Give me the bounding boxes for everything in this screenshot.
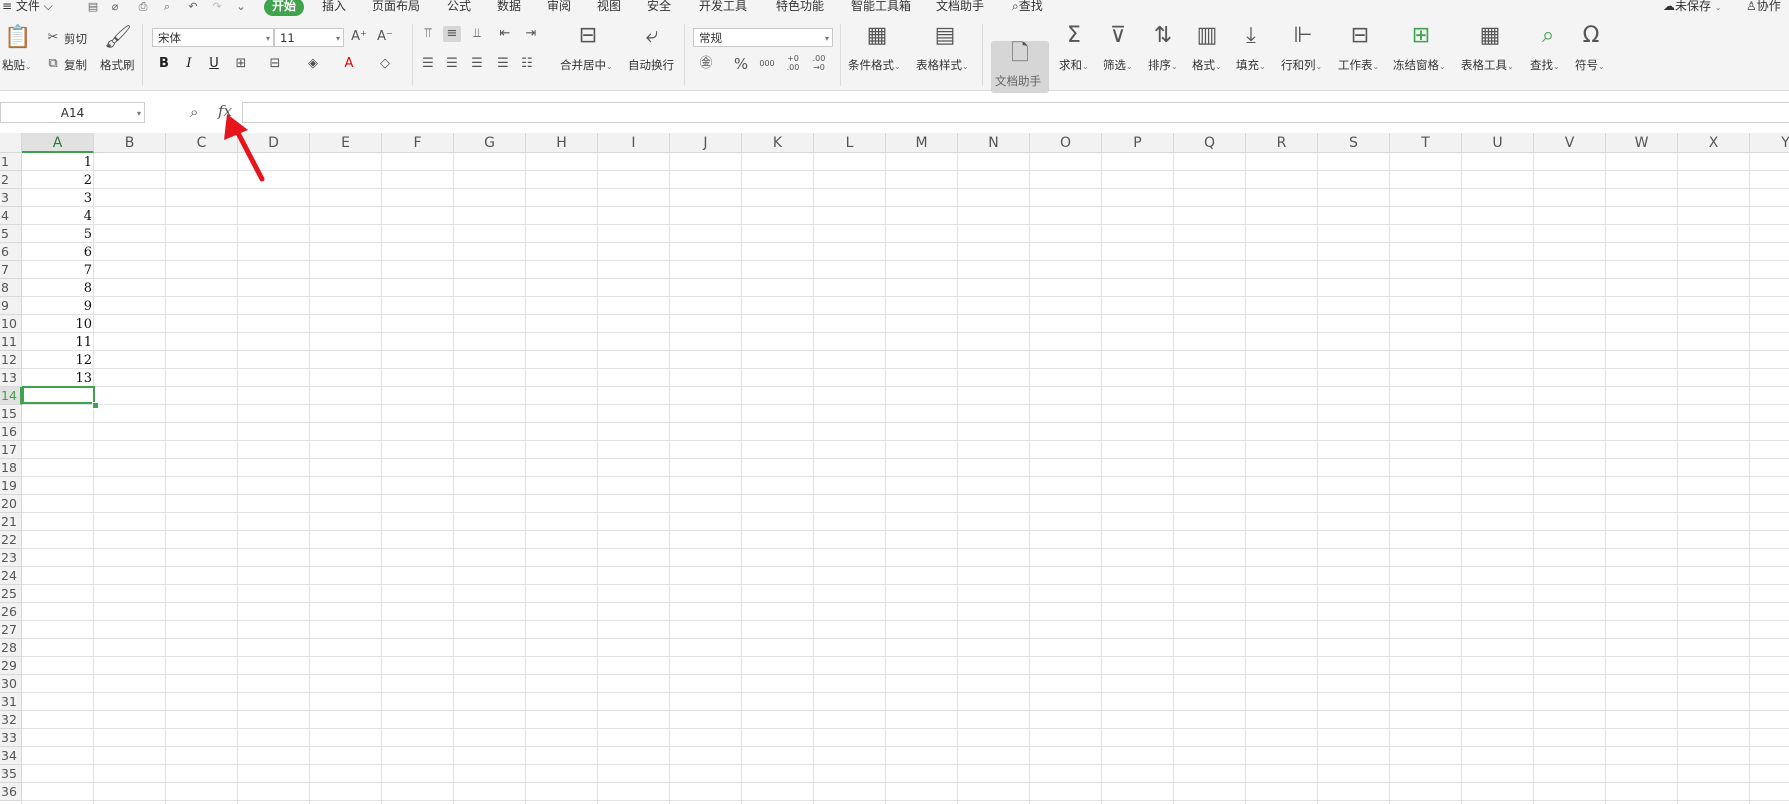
arrow-head: [224, 114, 248, 140]
arrow-shaft: [235, 130, 265, 182]
annotation-arrow: [224, 114, 265, 182]
